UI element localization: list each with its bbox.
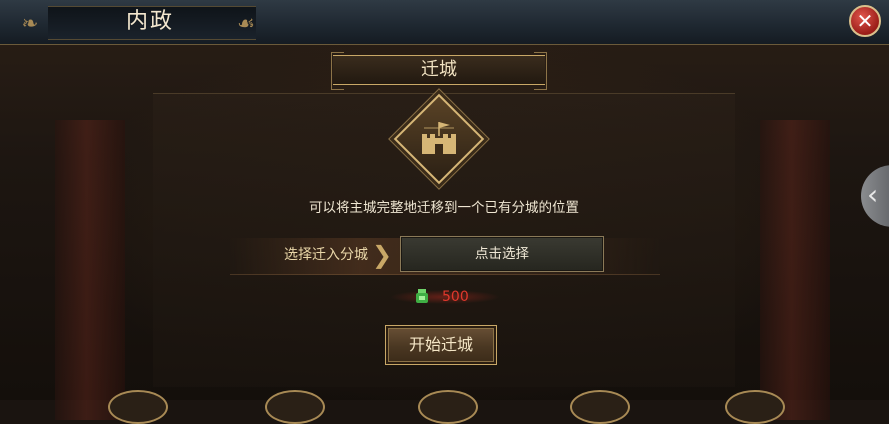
dragon-ornament-icon: ❧ — [21, 11, 39, 35]
bottom-medal — [570, 390, 630, 424]
section-title: 迁城 — [421, 59, 457, 80]
jade-icon — [416, 289, 428, 303]
page-title: 内政 — [125, 9, 174, 34]
top-bar: ❧ ☙ 内政 ✕ — [0, 0, 889, 45]
bottom-medal — [108, 390, 168, 424]
dragon-ornament-icon: ☙ — [237, 11, 255, 35]
city-wall-icon — [422, 122, 456, 154]
left-pillar — [55, 120, 125, 420]
chevron-left-icon: ‹ — [867, 178, 879, 211]
section-header: 迁城 — [331, 52, 547, 90]
cost-value: 500 — [442, 289, 469, 305]
start-relocate-button[interactable]: 开始迁城 — [385, 325, 497, 365]
bottom-medal — [725, 390, 785, 424]
bottom-medal — [418, 390, 478, 424]
select-city-button[interactable]: 点击选择 — [400, 236, 604, 272]
right-pillar — [760, 120, 830, 420]
close-button[interactable]: ✕ — [849, 5, 881, 37]
chevron-right-icon: ❯ — [372, 241, 393, 269]
close-icon: ✕ — [856, 9, 874, 33]
relocate-description: 可以将主城完整地迁移到一个已有分城的位置 — [309, 200, 579, 216]
select-city-label: 选择迁入分城 — [284, 247, 368, 263]
bottom-medal — [265, 390, 325, 424]
